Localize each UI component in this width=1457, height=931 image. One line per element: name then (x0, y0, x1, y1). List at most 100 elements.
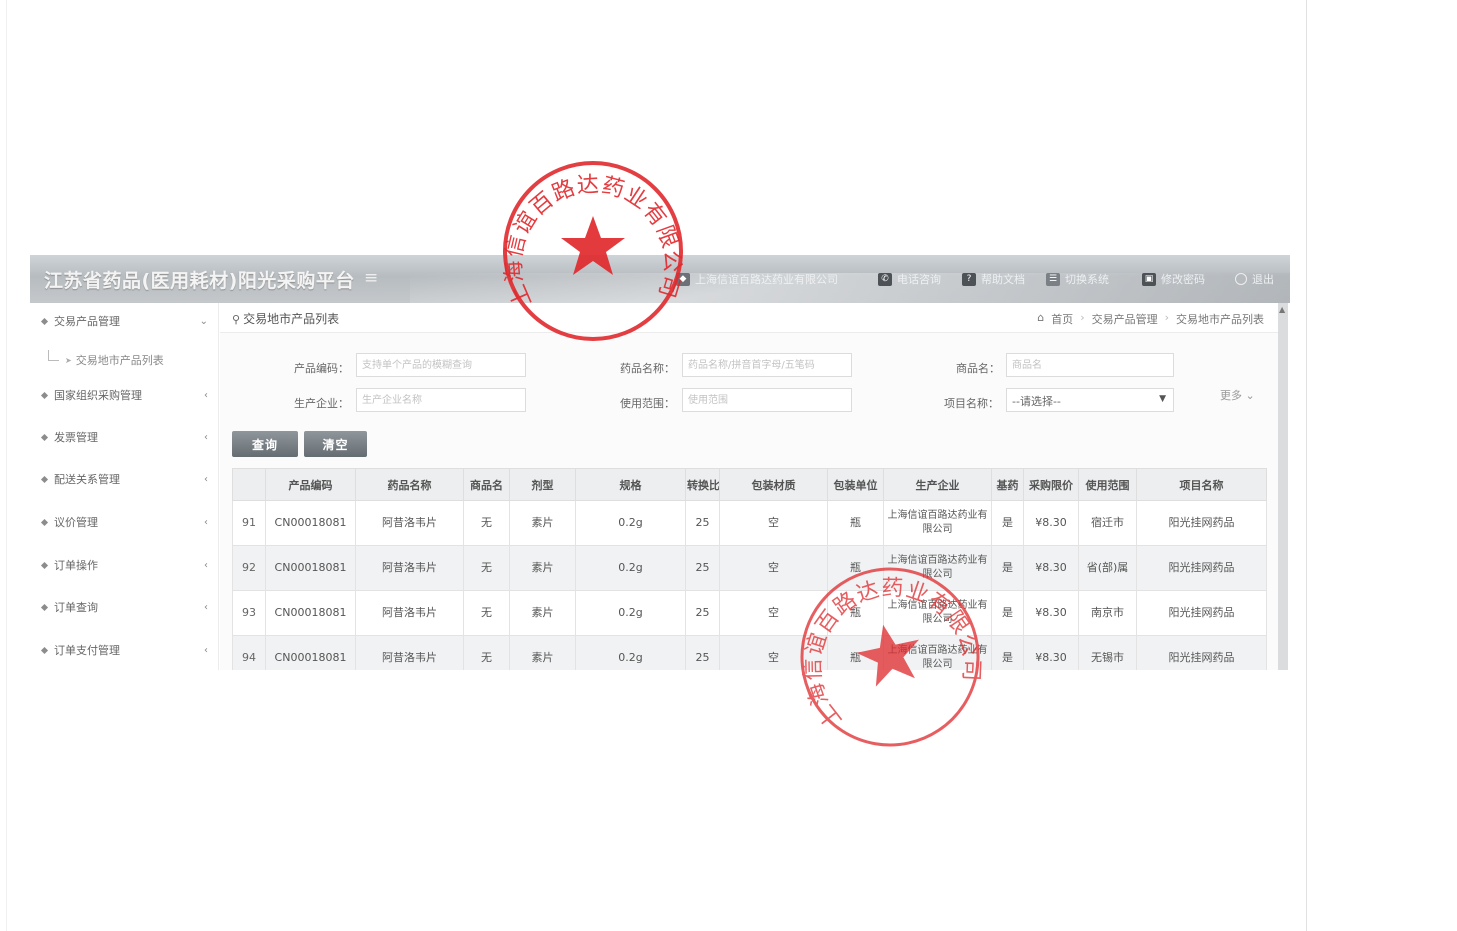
scroll-up-icon: ▲ (1279, 305, 1286, 314)
query-button[interactable]: 查询 (232, 431, 298, 457)
cell-index: 92 (232, 545, 266, 591)
product-table: 产品编码 药品名称 商品名 剂型 规格 转换比 包装材质 包装单位 生产企业 基… (232, 468, 1267, 670)
sidebar-item-order-operations[interactable]: 订单操作 ‹ (30, 550, 218, 580)
cell-dosage-form: 素片 (509, 545, 576, 591)
diamond-bullet-icon (40, 391, 49, 399)
table-row[interactable]: 93 CN00018081 阿昔洛韦片 无 素片 0.2g 25 空 瓶 上海信… (232, 590, 1267, 636)
trade-name-input[interactable] (1006, 353, 1174, 377)
sidebar-item-order-payment[interactable]: 订单支付管理 ‹ (30, 635, 218, 665)
phone-consult-link[interactable]: ✆ 电话咨询 (878, 271, 941, 287)
cell-conversion: 25 (685, 500, 720, 546)
table-row[interactable]: 92 CN00018081 阿昔洛韦片 无 素片 0.2g 25 空 瓶 上海信… (232, 545, 1267, 591)
breadcrumb-separator: › (1164, 311, 1169, 324)
cell-dosage-form: 素片 (509, 635, 576, 670)
sidebar-item-label: 订单查询 (54, 601, 98, 614)
col-header-spec[interactable]: 规格 (575, 468, 686, 501)
col-header-manufacturer[interactable]: 生产企业 (883, 468, 992, 501)
sidebar-item-national-procurement[interactable]: 国家组织采购管理 ‹ (30, 380, 218, 410)
sidebar-item-trade-products[interactable]: 交易产品管理 ⌄ (30, 306, 218, 336)
table-row[interactable]: 94 CN00018081 阿昔洛韦片 无 素片 0.2g 25 空 瓶 上海信… (232, 635, 1267, 670)
sidebar-item-price-negotiation[interactable]: 议价管理 ‹ (30, 507, 218, 537)
cell-essential-drug: 是 (991, 500, 1024, 546)
diamond-bullet-icon (40, 518, 49, 526)
project-name-label: 项目名称： (944, 397, 999, 410)
main-content: ⚲ 交易地市产品列表 ⌂ 首页 › 交易产品管理 › 交易地市产品列表 产品编码：… (220, 303, 1278, 670)
scan-left-edge (6, 0, 7, 931)
vertical-scrollbar[interactable]: ▲ (1278, 303, 1288, 670)
chevron-left-icon: ‹ (204, 644, 208, 656)
cell-price-limit: ¥8.30 (1023, 590, 1079, 636)
sidebar-item-invoice[interactable]: 发票管理 ‹ (30, 422, 218, 452)
cell-product-code: CN00018081 (265, 545, 356, 591)
col-header-essential-drug[interactable]: 基药 (991, 468, 1024, 501)
product-code-label: 产品编码： (294, 362, 349, 375)
tree-branch-icon (48, 349, 59, 361)
sidebar-item-order-query[interactable]: 订单查询 ‹ (30, 592, 218, 622)
clear-button[interactable]: 清空 (304, 431, 367, 457)
chevron-left-icon: ‹ (204, 389, 208, 401)
menu-toggle-icon[interactable]: ≡ (364, 268, 378, 288)
sidebar-item-label: 国家组织采购管理 (54, 389, 142, 402)
col-header-packaging-unit[interactable]: 包装单位 (827, 468, 884, 501)
cell-packaging-material: 空 (719, 545, 828, 591)
cell-conversion: 25 (685, 590, 720, 636)
sidebar-item-label: 交易产品管理 (54, 315, 120, 328)
chevron-down-icon: ⌄ (199, 315, 208, 327)
table-row[interactable]: 91 CN00018081 阿昔洛韦片 无 素片 0.2g 25 空 瓶 上海信… (232, 500, 1267, 546)
cell-drug-name: 阿昔洛韦片 (355, 545, 464, 591)
cell-drug-name: 阿昔洛韦片 (355, 500, 464, 546)
col-header-conversion[interactable]: 转换比 (685, 468, 720, 501)
cell-drug-name: 阿昔洛韦片 (355, 635, 464, 670)
map-pin-icon: ⚲ (232, 313, 241, 326)
cell-index: 93 (232, 590, 266, 636)
col-header-drug-name[interactable]: 药品名称 (355, 468, 464, 501)
cell-packaging-unit: 瓶 (827, 635, 884, 670)
cell-usage-scope: 南京市 (1078, 590, 1137, 636)
col-header-product-code[interactable]: 产品编码 (265, 468, 356, 501)
change-password-link[interactable]: ▣ 修改密码 (1142, 271, 1205, 287)
scan-page-edge (1306, 0, 1307, 931)
cell-packaging-material: 空 (719, 500, 828, 546)
col-header-dosage-form[interactable]: 剂型 (509, 468, 576, 501)
help-doc-label: 帮助文档 (981, 273, 1025, 286)
breadcrumb-separator: › (1080, 311, 1085, 324)
usage-scope-label: 使用范围： (620, 397, 675, 410)
sidebar: 交易产品管理 ⌄ ➤ 交易地市产品列表 国家组织采购管理 ‹ 发票管理 ‹ 配送… (30, 303, 219, 670)
phone-icon: ✆ (878, 272, 892, 286)
chevron-left-icon: ‹ (204, 473, 208, 485)
cell-manufacturer: 上海信谊百路达药业有限公司 (883, 590, 992, 636)
logout-link[interactable]: 退出 (1235, 271, 1274, 287)
diamond-bullet-icon (40, 561, 49, 569)
help-doc-link[interactable]: ? 帮助文档 (962, 271, 1025, 287)
more-filters-toggle[interactable]: 更多 ⌄ (1220, 387, 1255, 403)
user-icon: ◆ (676, 272, 690, 286)
col-header-usage-scope[interactable]: 使用范围 (1078, 468, 1137, 501)
col-header-price-limit[interactable]: 采购限价 (1023, 468, 1079, 501)
diamond-bullet-icon (40, 646, 49, 654)
col-header-packaging-material[interactable]: 包装材质 (719, 468, 828, 501)
usage-scope-input[interactable] (682, 388, 852, 412)
cell-essential-drug: 是 (991, 590, 1024, 636)
cell-product-code: CN00018081 (265, 500, 356, 546)
cell-dosage-form: 素片 (509, 500, 576, 546)
switch-system-link[interactable]: ☰ 切换系统 (1046, 271, 1109, 287)
cell-trade-name: 无 (463, 590, 510, 636)
manufacturer-input[interactable] (356, 388, 526, 412)
cell-spec: 0.2g (575, 590, 686, 636)
breadcrumb-home[interactable]: 首页 (1051, 311, 1073, 327)
col-header-trade-name[interactable]: 商品名 (463, 468, 510, 501)
product-code-input[interactable] (356, 353, 526, 377)
diamond-bullet-icon (40, 317, 49, 325)
sidebar-subitem-city-products[interactable]: ➤ 交易地市产品列表 (30, 345, 218, 375)
col-header-project-name[interactable]: 项目名称 (1136, 468, 1267, 501)
cell-price-limit: ¥8.30 (1023, 545, 1079, 591)
top-header: 江苏省药品(医用耗材)阳光采购平台 ≡ ◆ 上海信谊百路达药业有限公司 ✆ 电话… (30, 255, 1290, 303)
breadcrumb-level2[interactable]: 交易产品管理 (1092, 311, 1158, 327)
sidebar-item-delivery-relations[interactable]: 配送关系管理 ‹ (30, 464, 218, 494)
cell-packaging-unit: 瓶 (827, 545, 884, 591)
drug-name-input[interactable] (682, 353, 852, 377)
power-icon (1235, 273, 1247, 285)
cell-essential-drug: 是 (991, 635, 1024, 670)
project-name-select[interactable]: --请选择-- ▼ (1006, 388, 1174, 412)
cell-spec: 0.2g (575, 500, 686, 546)
